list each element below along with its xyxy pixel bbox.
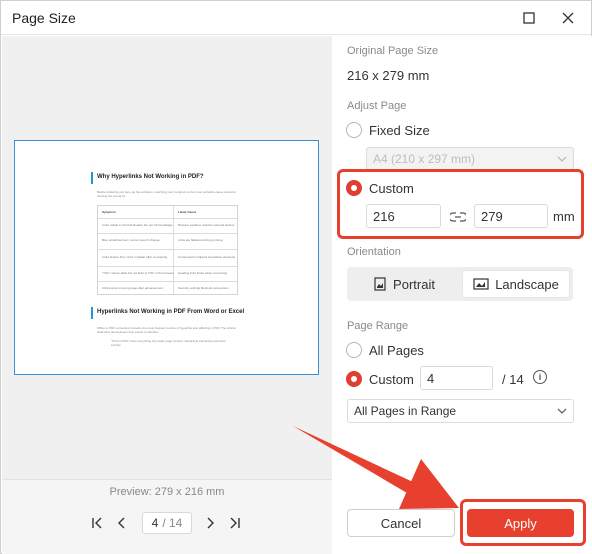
fixed-size-select-value: A4 (210 x 297 mm) — [373, 152, 476, 166]
link-chain-icon — [448, 212, 468, 222]
doc-table-row — [98, 218, 237, 219]
width-input[interactable]: 216 — [366, 204, 441, 228]
last-page-button[interactable] — [226, 513, 244, 533]
landscape-icon — [473, 278, 489, 290]
doc-table-cell: Blue underlined text, cursor doesn't cha… — [102, 238, 160, 242]
preview-area: Why Hyperlinks Not Working in PDF? Befor… — [2, 36, 332, 479]
adjust-page-label: Adjust Page — [347, 100, 407, 112]
dialog-title: Page Size — [12, 10, 76, 26]
doc-paragraph: Office to PDF conversion remains the mos… — [97, 326, 236, 334]
custom-size-radio[interactable] — [346, 180, 362, 196]
doc-table: Symptom Likely Cause Links visible in Ac… — [97, 205, 238, 295]
chevron-left-icon — [118, 517, 125, 529]
doc-table-row — [98, 266, 237, 267]
fixed-size-select[interactable]: A4 (210 x 297 mm) — [366, 147, 574, 171]
close-button[interactable] — [557, 7, 579, 29]
chevron-down-icon — [557, 408, 567, 414]
page-thumbnail: Why Hyperlinks Not Working in PDF? Befor… — [14, 140, 319, 375]
page-size-dialog: Page Size Why Hyperlinks Not Working in … — [0, 0, 592, 554]
current-page: 4 — [151, 516, 159, 530]
first-page-icon — [92, 517, 102, 529]
page-number-field[interactable]: 4 / 14 — [142, 512, 192, 534]
prev-page-button[interactable] — [113, 513, 131, 533]
total-pages: / 14 — [162, 516, 183, 530]
title-bar: Page Size — [1, 1, 591, 35]
custom-range-label: Custom — [369, 372, 414, 387]
doc-table-header: Symptom — [102, 210, 116, 214]
fixed-size-radio[interactable] — [346, 122, 362, 138]
doc-table-cell: Heading links broke when converting — [178, 271, 228, 275]
doc-table-cell: Security settings block all connections — [178, 286, 229, 290]
range-subset-select[interactable]: All Pages in Range — [347, 399, 574, 423]
doc-table-cell: Browser sandbox restricts external actio… — [178, 223, 235, 227]
fixed-size-label: Fixed Size — [369, 123, 430, 138]
doc-heading-1: Why Hyperlinks Not Working in PDF? — [97, 174, 204, 180]
doc-table-cell: Compression stripped annotation elements — [178, 255, 236, 259]
page-range-input[interactable]: 4 — [420, 366, 493, 390]
last-page-icon — [230, 517, 240, 529]
page-range-label: Page Range — [347, 320, 409, 332]
maximize-button[interactable] — [518, 7, 540, 29]
height-value: 279 — [481, 208, 503, 224]
doc-table-cell: Links are flattened during printing — [178, 238, 223, 242]
doc-table-cell: Links broken then, links in Safari after… — [102, 255, 168, 259]
width-value: 216 — [373, 208, 395, 224]
portrait-icon — [374, 277, 386, 291]
settings-pane: Original Page Size 216 x 279 mm Adjust P… — [332, 36, 592, 554]
chevron-down-icon — [557, 156, 567, 162]
landscape-button[interactable]: Landscape — [463, 271, 569, 297]
range-subset-value: All Pages in Range — [354, 404, 457, 418]
info-icon[interactable]: i — [533, 370, 547, 384]
first-page-button[interactable] — [88, 513, 106, 533]
original-size-value: 216 x 279 mm — [347, 68, 430, 83]
doc-intro: Before following you here go the solutio… — [97, 190, 236, 198]
portrait-button[interactable]: Portrait — [351, 271, 457, 297]
chevron-right-icon — [207, 517, 214, 529]
orientation-label: Orientation — [347, 246, 401, 258]
doc-table-row — [98, 281, 237, 282]
orientation-toggle: Portrait Landscape — [347, 267, 573, 301]
preview-pane: Why Hyperlinks Not Working in PDF? Befor… — [2, 36, 332, 554]
landscape-label: Landscape — [495, 276, 559, 292]
doc-heading-2: Hyperlinks Not Working in PDF From Word … — [97, 309, 245, 315]
page-range-total: / 14 — [502, 372, 524, 387]
original-size-label: Original Page Size — [347, 45, 439, 57]
maximize-icon — [523, 12, 535, 24]
cancel-button[interactable]: Cancel — [347, 509, 455, 537]
heading-marker — [91, 172, 93, 184]
custom-size-label: Custom — [369, 181, 414, 196]
doc-table-cell: Links visible in Acrobat Reader but not … — [102, 223, 173, 227]
unit-label: mm — [553, 209, 575, 224]
doc-bullet: "Print to PDF" fixes everything into sta… — [111, 339, 226, 347]
close-icon — [562, 12, 574, 24]
height-input[interactable]: 279 — [474, 204, 548, 228]
preview-size-label: Preview: 279 x 216 mm — [109, 486, 225, 498]
doc-table-row — [98, 249, 237, 250]
page-range-value: 4 — [427, 370, 435, 386]
doc-table-cell: Click points to wrong page after advance… — [102, 286, 163, 290]
link-icon[interactable] — [448, 210, 468, 228]
doc-table-header: Likely Cause — [178, 210, 197, 214]
all-pages-label: All Pages — [369, 343, 424, 358]
next-page-button[interactable] — [201, 513, 219, 533]
doc-table-row — [98, 233, 237, 234]
apply-button[interactable]: Apply — [467, 509, 574, 537]
portrait-label: Portrait — [393, 276, 435, 292]
all-pages-radio[interactable] — [346, 342, 362, 358]
custom-range-radio[interactable] — [346, 371, 362, 387]
heading-marker — [91, 307, 93, 319]
doc-table-cell: "TOC" shows table but not links to TOC i… — [102, 271, 174, 275]
